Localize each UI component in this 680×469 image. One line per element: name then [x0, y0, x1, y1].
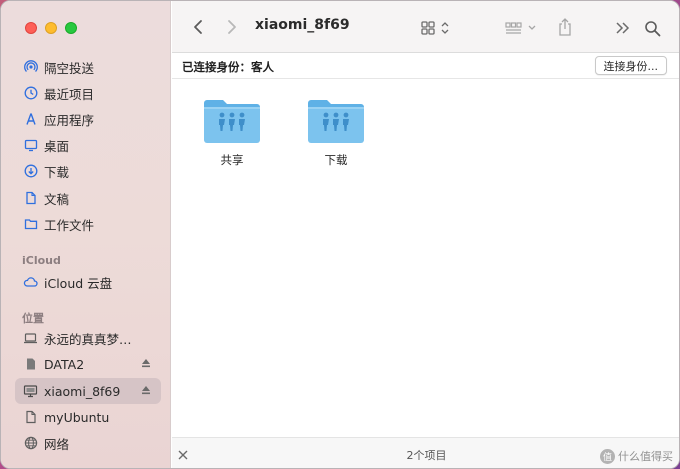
sidebar-item-work-files[interactable]: 工作文件 — [15, 211, 161, 237]
forward-button[interactable] — [224, 18, 240, 36]
sidebar: 隔空投送 最近项目 应用程序 桌面 下载 文稿 工作文件 iCloud iClo… — [1, 1, 171, 468]
sidebar-item-label: 最近项目 — [44, 86, 95, 102]
search-button[interactable] — [642, 18, 662, 38]
sidebar-item-data2[interactable]: DATA2 — [15, 351, 161, 377]
sidebar-item-label: DATA2 — [44, 356, 85, 372]
folder-name: 共享 — [220, 153, 244, 167]
file-icon — [23, 410, 38, 425]
sidebar-section-icloud: iCloud — [22, 254, 61, 267]
folder-icon — [23, 217, 38, 232]
grid-icon — [421, 21, 435, 35]
folder-name: 下载 — [324, 153, 348, 167]
airdrop-icon — [23, 60, 38, 75]
double-chevron-icon — [616, 22, 630, 34]
group-icon — [505, 22, 522, 34]
share-button[interactable] — [555, 16, 575, 38]
file-browser: 共享 下载 — [172, 79, 679, 437]
server-icon — [23, 384, 38, 399]
status-bar: 2个项目 值 什么值得买 — [172, 437, 679, 468]
more-button[interactable] — [614, 19, 632, 37]
sidebar-item-label: 网络 — [44, 436, 70, 452]
watermark: 值 什么值得买 — [600, 448, 673, 464]
share-icon — [559, 18, 571, 36]
watermark-badge: 值 — [600, 448, 615, 464]
document-icon — [23, 191, 38, 206]
watermark-text: 什么值得买 — [618, 450, 673, 463]
sidebar-item-label: 桌面 — [44, 138, 70, 154]
sidebar-item-label: xiaomi_8f69 — [44, 383, 121, 399]
sidebar-item-airdrop[interactable]: 隔空投送 — [15, 54, 161, 80]
sidebar-item-icloud-drive[interactable]: iCloud 云盘 — [15, 269, 161, 295]
download-icon — [23, 164, 38, 179]
sidebar-item-applications[interactable]: 应用程序 — [15, 106, 161, 132]
folder-item-shared[interactable]: 共享 — [187, 97, 277, 168]
eject-icon[interactable] — [141, 357, 151, 369]
toolbar: xiaomi_8f69 — [172, 1, 679, 53]
connect-as-button[interactable]: 连接身份... — [594, 56, 667, 75]
drive-icon — [23, 357, 38, 372]
minimize-window-button[interactable] — [45, 22, 57, 34]
laptop-icon — [23, 331, 38, 346]
window-title: xiaomi_8f69 — [255, 17, 350, 33]
applications-icon — [23, 112, 38, 127]
close-window-button[interactable] — [25, 22, 37, 34]
sidebar-item-label: 应用程序 — [44, 112, 95, 128]
finder-window: 隔空投送 最近项目 应用程序 桌面 下载 文稿 工作文件 iCloud iClo… — [0, 0, 680, 469]
cloud-icon — [23, 275, 38, 290]
sidebar-item-xiaomi[interactable]: xiaomi_8f69 — [15, 378, 161, 404]
sidebar-item-documents[interactable]: 文稿 — [15, 185, 161, 211]
chevron-left-icon — [194, 20, 202, 34]
clock-icon — [23, 86, 38, 101]
sidebar-item-label: myUbuntu — [44, 409, 110, 425]
sidebar-item-label: 隔空投送 — [44, 60, 95, 76]
globe-icon — [23, 436, 38, 451]
sidebar-section-locations: 位置 — [22, 312, 44, 325]
chevron-right-icon — [228, 20, 236, 34]
folder-item-downloads[interactable]: 下载 — [291, 97, 381, 168]
back-button[interactable] — [190, 18, 206, 36]
sidebar-item-recents[interactable]: 最近项目 — [15, 80, 161, 106]
view-mode-button[interactable] — [420, 19, 454, 37]
shared-folder-icon — [308, 100, 364, 143]
sidebar-item-network[interactable]: 网络 — [15, 430, 161, 456]
search-icon — [644, 20, 660, 36]
eject-icon[interactable] — [141, 384, 151, 396]
sidebar-item-desktop[interactable]: 桌面 — [15, 132, 161, 158]
sidebar-item-label: 下载 — [44, 164, 70, 180]
sidebar-item-myubuntu[interactable]: myUbuntu — [15, 404, 161, 430]
group-button[interactable] — [504, 19, 540, 37]
sidebar-item-downloads[interactable]: 下载 — [15, 158, 161, 184]
connection-status: 已连接身份：客人 — [182, 60, 274, 74]
window-controls — [25, 22, 77, 34]
sidebar-item-label: iCloud 云盘 — [44, 275, 113, 291]
connection-bar: 已连接身份：客人 连接身份... — [172, 53, 679, 79]
sidebar-item-label: 永远的真真梦的 ... — [44, 331, 144, 347]
sidebar-item-label: 文稿 — [44, 191, 70, 207]
desktop-icon — [23, 138, 38, 153]
sidebar-item-mac[interactable]: 永远的真真梦的 ... — [15, 325, 161, 351]
zoom-window-button[interactable] — [65, 22, 77, 34]
sidebar-item-label: 工作文件 — [44, 217, 95, 233]
shared-folder-icon — [204, 100, 260, 143]
